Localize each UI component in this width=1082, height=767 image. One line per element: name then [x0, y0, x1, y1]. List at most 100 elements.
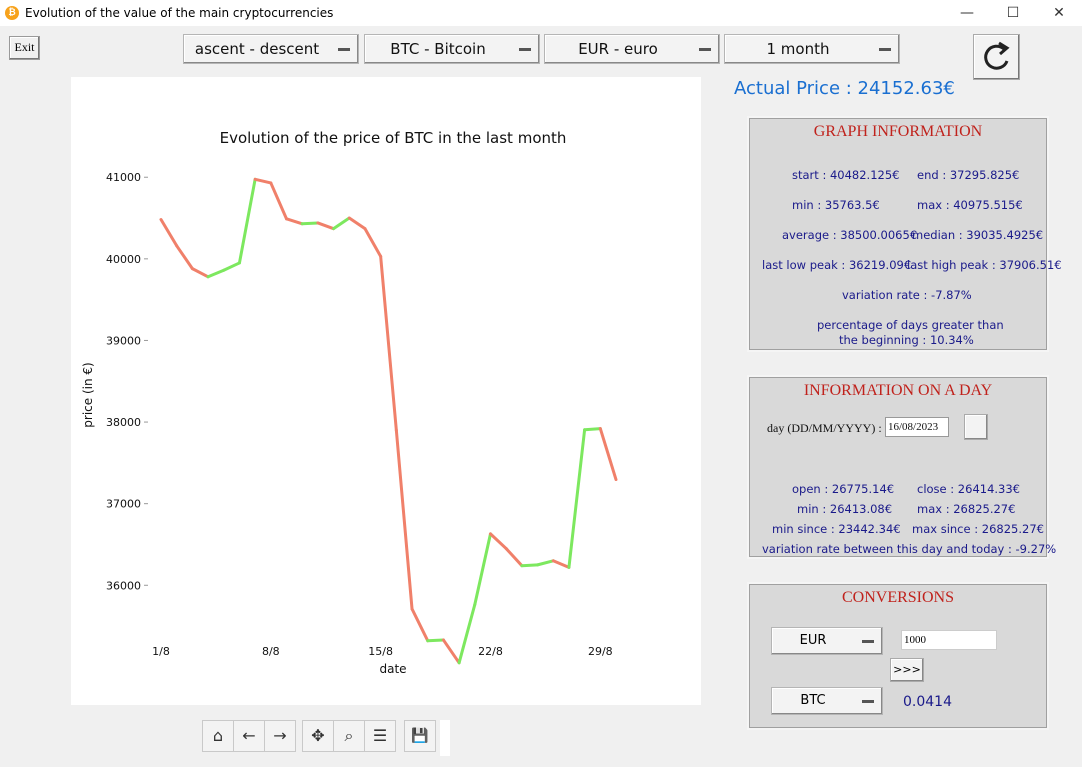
- x-tick-label: 8/8: [262, 645, 280, 658]
- graph-start: start : 40482.125€: [792, 168, 900, 182]
- dropdown-arrow-icon: [879, 48, 891, 51]
- chart-title: Evolution of the price of BTC in the las…: [220, 129, 567, 147]
- dropdown-arrow-icon: [519, 48, 531, 51]
- pan-icon[interactable]: ✥: [302, 720, 334, 752]
- close-button[interactable]: ✕: [1036, 0, 1082, 26]
- crypto-combo[interactable]: BTC - Bitcoin: [364, 34, 540, 64]
- price-segment-down: [410, 607, 430, 643]
- conversions-panel: CONVERSIONS EUR 1000 >>> BTC 0.0414: [747, 582, 1049, 730]
- graph-last-high-peak: last high peak : 37906.51€: [907, 258, 1062, 272]
- maximize-button[interactable]: ☐: [990, 0, 1036, 26]
- from-currency-combo[interactable]: EUR: [771, 627, 883, 655]
- price-segment-up: [520, 563, 540, 568]
- y-tick-label: 39000: [106, 334, 141, 347]
- price-segment-down: [253, 177, 273, 185]
- y-tick-label: 36000: [106, 579, 141, 592]
- price-segment-up: [536, 559, 555, 567]
- graph-pct-days-line2: the beginning : 10.34%: [839, 333, 974, 347]
- price-segment-up: [332, 216, 351, 231]
- dropdown-arrow-icon: [862, 640, 874, 643]
- y-tick-label: 40000: [106, 253, 141, 266]
- sort-combo-value: ascent - descent: [194, 40, 320, 58]
- day-min-since: min since : 23442.34€: [772, 522, 901, 536]
- convert-button[interactable]: >>>: [890, 658, 924, 682]
- price-segment-down: [190, 267, 210, 279]
- y-tick-label: 38000: [106, 416, 141, 429]
- day-open: open : 26775.14€: [792, 482, 895, 496]
- price-segment-up: [237, 177, 257, 265]
- back-arrow-icon[interactable]: ←: [233, 720, 265, 752]
- price-segment-down: [394, 428, 414, 611]
- price-segment-up: [583, 427, 602, 432]
- configure-icon[interactable]: ☰: [364, 720, 396, 752]
- graph-max: max : 40975.515€: [917, 198, 1023, 212]
- graph-variation-rate: variation rate : -7.87%: [842, 288, 972, 302]
- graph-last-low-peak: last low peak : 36219.09€: [762, 258, 912, 272]
- refresh-button[interactable]: [973, 34, 1020, 80]
- price-segment-down: [316, 221, 336, 231]
- price-segment-down: [551, 559, 571, 569]
- day-variation-today: variation rate between this day and toda…: [762, 542, 1057, 556]
- graph-median: median : 39035.4925€: [912, 228, 1044, 242]
- graph-pct-days-line1: percentage of days greater than: [817, 318, 1004, 332]
- refresh-icon: [984, 41, 1010, 70]
- y-tick-label: 37000: [106, 498, 141, 511]
- price-segment-down: [175, 244, 194, 271]
- price-segment-up: [567, 428, 587, 569]
- to-currency-combo[interactable]: BTC: [771, 687, 883, 715]
- day-info-title: INFORMATION ON A DAY: [803, 382, 993, 399]
- x-tick-label: 29/8: [588, 645, 613, 658]
- save-icon[interactable]: 💾: [404, 720, 436, 752]
- zoom-icon[interactable]: ⌕: [333, 720, 365, 752]
- price-segment-down: [363, 227, 383, 258]
- chart-svg: Evolution of the price of BTC in the las…: [81, 129, 618, 676]
- price-segment-down: [488, 532, 508, 551]
- conversion-result: 0.0414: [903, 694, 952, 710]
- price-segment-up: [300, 221, 320, 226]
- plot-toolbar: ⌂ ← → ✥ ⌕ ☰ 💾: [202, 720, 452, 756]
- forward-arrow-icon[interactable]: →: [264, 720, 296, 752]
- conversions-title: CONVERSIONS: [841, 589, 954, 606]
- to-currency-value: BTC: [800, 693, 826, 708]
- x-tick-label: 15/8: [368, 645, 393, 658]
- day-min: min : 26413.08€: [797, 502, 893, 516]
- toolbar-message-area: [440, 720, 450, 756]
- currency-combo-value: EUR - euro: [578, 40, 658, 58]
- x-tick-label: 22/8: [478, 645, 503, 658]
- y-axis-label: price (in €): [81, 362, 95, 427]
- price-segment-up: [222, 261, 241, 272]
- day-info-panel: INFORMATION ON A DAY day (DD/MM/YYYY) : …: [747, 375, 1056, 559]
- price-segment-down: [598, 427, 618, 482]
- graph-end: end : 37295.825€: [917, 168, 1020, 182]
- price-segment-up: [473, 532, 492, 607]
- price-segment-down: [347, 216, 367, 231]
- graph-info-panel: GRAPH INFORMATION start : 40482.125€ end…: [747, 116, 1062, 352]
- period-combo[interactable]: 1 month: [724, 34, 900, 64]
- period-combo-value: 1 month: [766, 40, 830, 58]
- day-input[interactable]: 16/08/2023: [885, 417, 949, 437]
- graph-average: average : 38500.0065€: [782, 228, 918, 242]
- price-segment-up: [206, 268, 226, 279]
- sort-combo[interactable]: ascent - descent: [183, 34, 359, 64]
- crypto-combo-value: BTC - Bitcoin: [390, 40, 486, 58]
- price-segment-down: [285, 217, 304, 226]
- price-segment-down: [269, 181, 289, 221]
- price-segment-down: [504, 547, 524, 568]
- x-tick-label: 1/8: [152, 645, 170, 658]
- minimize-button[interactable]: —: [944, 0, 990, 26]
- y-tick-label: 41000: [106, 171, 141, 184]
- day-max-since: max since : 26825.27€: [912, 522, 1044, 536]
- price-segment-down: [441, 638, 461, 665]
- graph-info-title: GRAPH INFORMATION: [813, 123, 983, 140]
- currency-combo[interactable]: EUR - euro: [544, 34, 720, 64]
- exit-button[interactable]: Exit: [9, 36, 40, 60]
- day-max: max : 26825.27€: [917, 502, 1016, 516]
- amount-input[interactable]: 1000: [901, 630, 997, 650]
- dropdown-arrow-icon: [338, 48, 350, 51]
- day-submit-button[interactable]: [964, 414, 988, 440]
- dropdown-arrow-icon: [862, 700, 874, 703]
- home-icon[interactable]: ⌂: [202, 720, 234, 752]
- price-segment-up: [426, 638, 445, 643]
- app-icon: ₿: [5, 6, 19, 20]
- day-label: day (DD/MM/YYYY) :: [767, 421, 882, 435]
